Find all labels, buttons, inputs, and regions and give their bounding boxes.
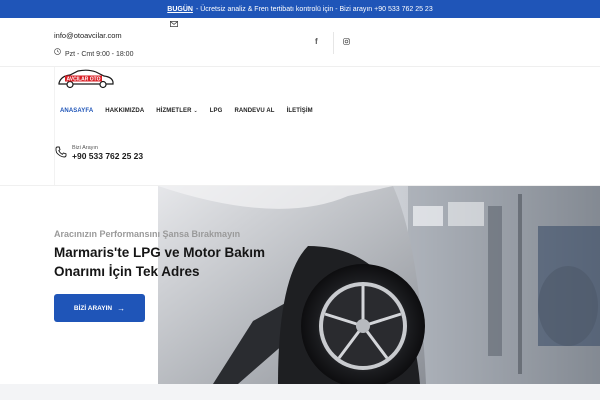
nav-item-iletisim[interactable]: İLETİŞİM — [281, 108, 319, 114]
nav-item-anasayfa[interactable]: ANASAYFA — [54, 108, 99, 114]
main-navigation: ANASAYFA HAKKIMIZDA HİZMETLER ⌄ LPG RANDE… — [54, 108, 319, 114]
arrow-right-icon: → — [117, 303, 126, 313]
nav-item-lpg[interactable]: LPG — [204, 108, 229, 114]
call-us-button[interactable]: BİZİ ARAYIN → — [54, 294, 145, 322]
nav-item-hizmetler[interactable]: HİZMETLER ⌄ — [150, 108, 204, 114]
email-link[interactable]: info@otoavcilar.com — [54, 31, 122, 40]
opening-hours: Pzt - Cmt 9:00 - 18:00 — [65, 51, 134, 58]
hero-title: Marmaris'te LPG ve Motor Bakım Onarımı İ… — [54, 245, 266, 279]
chevron-down-icon: ⌄ — [193, 108, 198, 114]
header-left-guide — [54, 67, 55, 185]
nav-item-hizmetler-label: HİZMETLER — [156, 108, 192, 114]
hero-subtitle: Aracınızın Performansını Şansa Bırakmayı… — [54, 229, 241, 239]
announcement-bar: BUGÜN - Ücretsiz analiz & Fren tertibatı… — [0, 0, 600, 18]
social-divider — [333, 32, 334, 54]
phone-number-link[interactable]: +90 533 762 25 23 — [72, 151, 143, 161]
mail-icon — [170, 21, 178, 27]
hero-car-illustration — [158, 186, 600, 384]
header-divider — [0, 66, 600, 67]
clock-icon — [54, 48, 61, 55]
nav-item-randevu[interactable]: RANDEVU AL — [228, 108, 280, 114]
next-section-band — [0, 384, 600, 400]
instagram-icon[interactable] — [343, 38, 350, 45]
announcement-text: - Ücretsiz analiz & Fren tertibatı kontr… — [195, 5, 433, 13]
site-logo[interactable]: AVCILAR OTO — [56, 68, 116, 90]
phone-icon — [55, 146, 67, 158]
svg-text:AVCILAR OTO: AVCILAR OTO — [67, 76, 101, 82]
call-us-button-label: BİZİ ARAYIN — [73, 304, 113, 312]
announcement-highlight: BUGÜN — [167, 5, 193, 13]
hero-image — [158, 186, 600, 384]
nav-item-hakkimizda[interactable]: HAKKIMIZDA — [99, 108, 150, 114]
facebook-icon[interactable]: f — [315, 37, 318, 46]
